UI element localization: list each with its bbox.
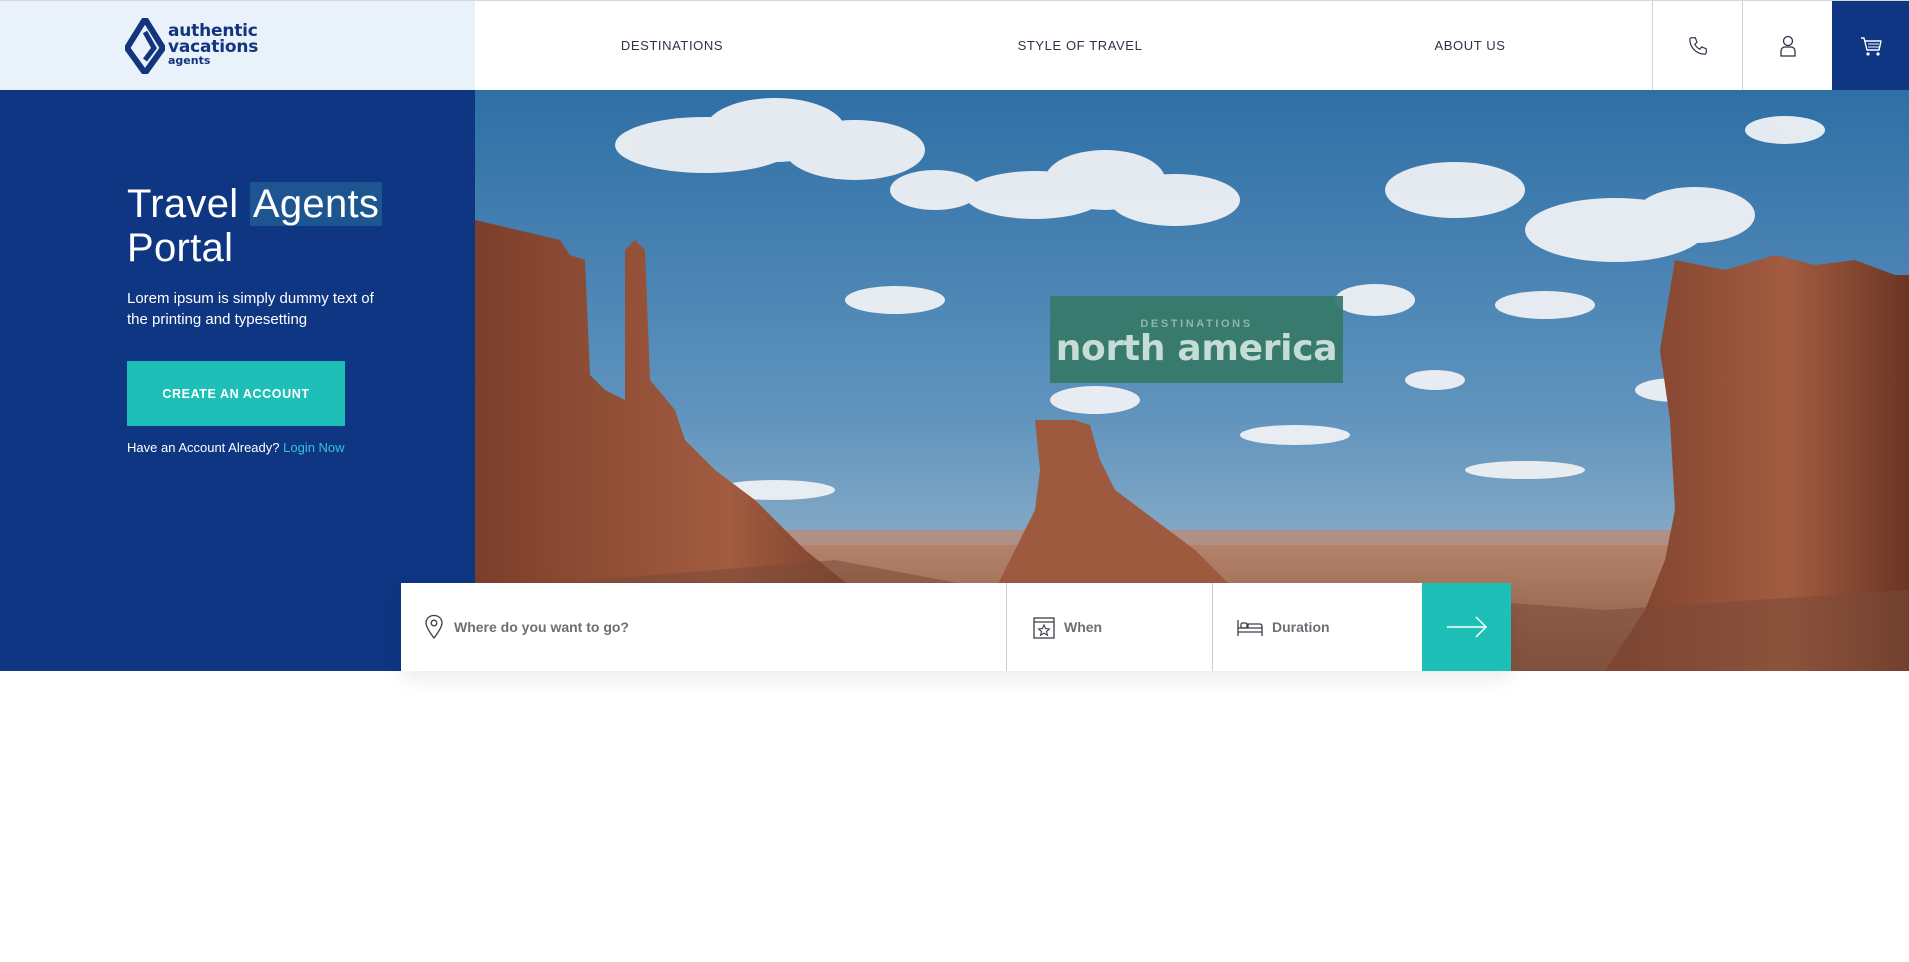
when-field[interactable]: When [1006, 583, 1212, 671]
arrow-right-icon [1446, 616, 1487, 638]
logo[interactable]: authentic vacations agents [0, 1, 475, 90]
user-icon [1779, 35, 1796, 57]
logo-text: authentic vacations agents [168, 23, 258, 67]
duration-label: Duration [1272, 619, 1330, 635]
logo-mark-icon [125, 18, 165, 74]
login-prompt: Have an Account Already? [127, 440, 280, 455]
login-now-link[interactable]: Login Now [283, 440, 344, 455]
search-submit-button[interactable] [1422, 583, 1511, 671]
hero-title-part-2: Portal [127, 226, 234, 270]
nav-style-of-travel[interactable]: STYLE OF TRAVEL [980, 1, 1180, 90]
calendar-icon [1033, 617, 1055, 639]
cart-icon [1860, 36, 1882, 56]
destination-badge[interactable]: DESTINATIONS north america [1050, 296, 1343, 383]
nav-about-us[interactable]: ABOUT US [1370, 1, 1570, 90]
hero-title-highlight: Agents [249, 182, 383, 226]
bed-icon [1237, 620, 1263, 636]
destination-name: north america [1055, 328, 1338, 369]
hero-title-part-1: Travel [127, 182, 239, 226]
when-label: When [1064, 619, 1103, 635]
logo-line-2: vacations [168, 37, 259, 57]
cart-button[interactable] [1832, 1, 1909, 90]
nav-destinations[interactable]: DESTINATIONS [572, 1, 772, 90]
create-account-button[interactable]: CREATE AN ACCOUNT [127, 361, 345, 426]
login-prompt-line: Have an Account Already? Login Now [127, 440, 345, 455]
phone-button[interactable] [1652, 1, 1742, 90]
site-header: authentic vacations agents DESTINATIONS … [0, 0, 1909, 90]
account-button[interactable] [1742, 1, 1832, 90]
duration-field[interactable]: Duration [1212, 583, 1422, 671]
where-input[interactable] [454, 619, 1006, 635]
hero-subtitle: Lorem ipsum is simply dummy text of the … [127, 290, 374, 328]
phone-icon [1688, 36, 1707, 55]
search-bar: When Duration [401, 583, 1511, 671]
where-field[interactable] [401, 583, 1006, 671]
hero-title: Travel Agents Portal [127, 182, 383, 270]
map-pin-icon [425, 614, 443, 640]
